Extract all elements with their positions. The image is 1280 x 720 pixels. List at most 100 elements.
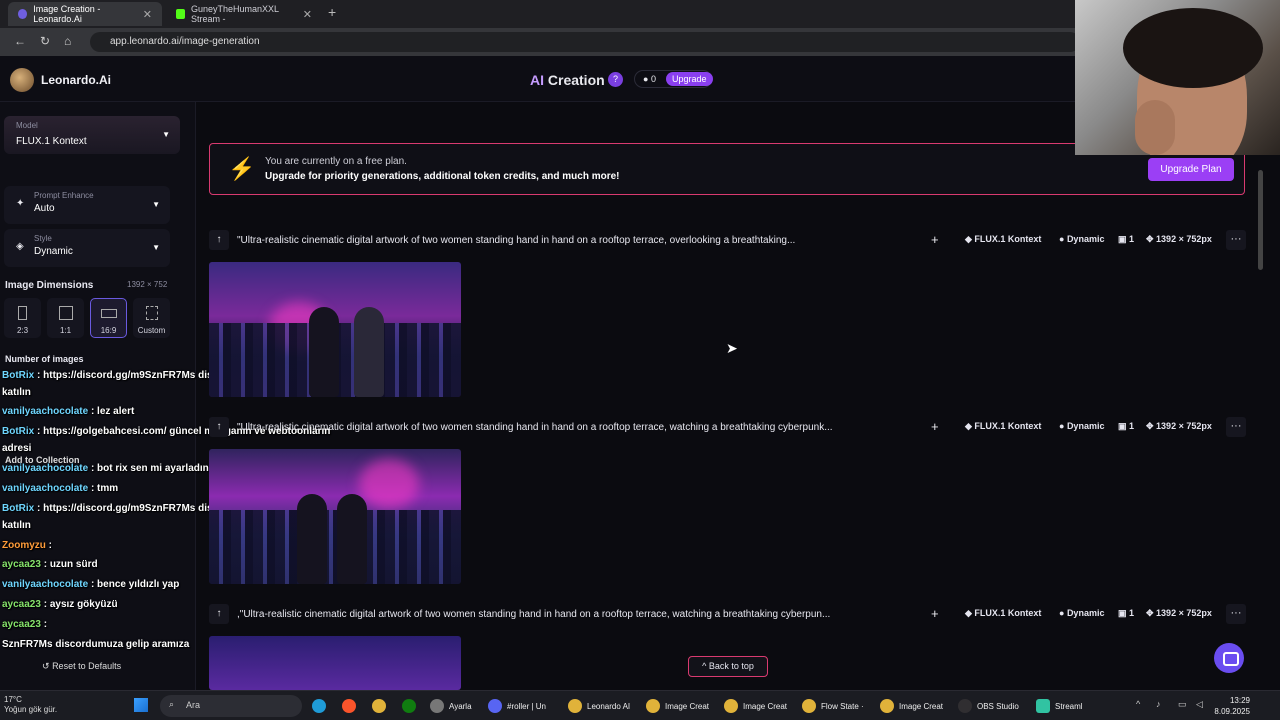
chat-message: katılın <box>2 387 31 398</box>
add-icon[interactable]: + <box>931 606 939 621</box>
taskbar-app-flow-state[interactable]: Flow State · <box>802 697 864 715</box>
close-tab-icon[interactable]: ✕ <box>143 8 152 21</box>
system-clock[interactable]: 13:29 8.09.2025 <box>1214 695 1250 717</box>
chrome-icon[interactable] <box>372 697 391 715</box>
size-tag: ✥ 1392 × 752px <box>1146 608 1212 618</box>
scrollbar[interactable] <box>1258 170 1263 270</box>
more-options-icon[interactable]: ··· <box>1226 604 1246 624</box>
size-tag: ✥ 1392 × 752px <box>1146 421 1212 431</box>
token-count: 0 <box>650 74 656 84</box>
chrome-icon <box>646 699 660 713</box>
size-tag: ✥ 1392 × 752px <box>1146 234 1212 244</box>
streamlabs-icon <box>1036 699 1050 713</box>
chat-message: Zoomyzu : <box>2 540 53 551</box>
generation-header: ↑ "Ultra-realistic cinematic digital art… <box>209 417 1246 439</box>
chat-message: adresi <box>2 443 32 454</box>
number-of-images-title: Number of images <box>5 354 84 364</box>
reuse-prompt-icon[interactable]: ↑ <box>209 417 229 437</box>
back-icon[interactable]: ← <box>14 34 26 48</box>
microphone-icon[interactable]: ♪ <box>1156 699 1161 709</box>
edge-icon[interactable] <box>312 697 331 715</box>
upgrade-plan-button[interactable]: Upgrade Plan <box>1148 158 1234 181</box>
ratio-16-9[interactable]: 16:9 <box>90 298 127 338</box>
taskbar-search-input[interactable]: ⌕ Ara <box>160 695 302 717</box>
chevron-down-icon: ▼ <box>152 243 160 252</box>
chat-message: vanilyaachocolate : bence yıldızlı yap <box>2 579 180 590</box>
style-select[interactable]: Style ◈ Dynamic ▼ <box>4 229 170 267</box>
model-tag: ◆ FLUX.1 Kontext <box>965 608 1042 618</box>
tray-chevron-icon[interactable]: ^ <box>1136 699 1140 709</box>
taskbar-app-obs[interactable]: OBS Studio <box>958 697 1019 715</box>
tab-stream[interactable]: GuneyTheHumanXXL Stream - ✕ <box>166 2 322 26</box>
search-icon: ⌕ <box>169 699 175 709</box>
tab-title: Image Creation - Leonardo.Ai <box>33 4 101 24</box>
more-options-icon[interactable]: ··· <box>1226 230 1246 250</box>
taskbar-app-image-creation-1[interactable]: Image Creat <box>646 697 709 715</box>
xbox-icon[interactable] <box>402 697 421 715</box>
reuse-prompt-icon[interactable]: ↑ <box>209 604 229 624</box>
taskbar-app-image-creation-3[interactable]: Image Creat <box>880 697 943 715</box>
generated-image[interactable] <box>209 449 461 584</box>
generation-prompt[interactable]: "Ultra-realistic cinematic digital artwo… <box>237 422 833 433</box>
network-icon[interactable]: ▭ <box>1178 699 1187 710</box>
help-icon[interactable]: ? <box>608 72 623 87</box>
support-chat-icon[interactable] <box>1214 643 1244 673</box>
generated-image[interactable] <box>209 636 461 690</box>
taskbar-app-leonardo[interactable]: Leonardo AI <box>568 697 630 715</box>
new-tab-icon[interactable]: + <box>328 4 336 20</box>
taskbar-app-streamlabs[interactable]: Streaml <box>1036 697 1083 715</box>
tab-image-creation[interactable]: Image Creation - Leonardo.Ai ✕ <box>8 2 162 26</box>
windows-start-icon[interactable] <box>134 698 148 712</box>
back-to-top-button[interactable]: ^ Back to top <box>688 656 768 677</box>
prompt-enhance-select[interactable]: Prompt Enhance ✦ Auto ▼ <box>4 186 170 224</box>
weather-widget[interactable]: 17°C Yoğun gök gür. <box>4 695 57 715</box>
generation-prompt[interactable]: "Ultra-realistic cinematic digital artwo… <box>237 235 795 246</box>
reset-icon: ↺ <box>42 661 50 671</box>
ratio-1-1[interactable]: 1:1 <box>47 298 84 338</box>
image-dimensions-value: 1392 × 752 <box>127 280 168 289</box>
obs-icon <box>958 699 972 713</box>
leonardo-favicon-icon <box>18 9 28 19</box>
brave-icon[interactable] <box>342 697 361 715</box>
chrome-icon <box>802 699 816 713</box>
generated-image[interactable] <box>209 262 461 397</box>
generation-prompt[interactable]: ,"Ultra-realistic cinematic digital artw… <box>237 609 830 620</box>
taskbar-app-discord[interactable]: #roller | Un <box>488 697 546 715</box>
discord-icon <box>488 699 502 713</box>
taskbar-app-settings[interactable]: Ayarla <box>430 697 472 715</box>
tab-title: GuneyTheHumanXXL Stream - <box>190 4 279 24</box>
chevron-up-icon: ^ <box>702 661 707 671</box>
webcam-overlay <box>1075 0 1280 155</box>
page-title: AI Creation <box>530 72 605 88</box>
reset-to-defaults-button[interactable]: ↺ Reset to Defaults <box>34 658 144 676</box>
close-tab-icon[interactable]: ✕ <box>303 8 312 21</box>
chat-message: katılın <box>2 520 31 531</box>
token-icon: ● <box>643 74 649 84</box>
square-shape-icon <box>58 306 73 320</box>
mouse-cursor-icon: ➤ <box>726 340 738 356</box>
style-tag: ● Dynamic <box>1059 608 1105 618</box>
model-tag: ◆ FLUX.1 Kontext <box>965 421 1042 431</box>
reload-icon[interactable]: ↻ <box>40 34 50 48</box>
taskbar-app-image-creation-2[interactable]: Image Creat <box>724 697 787 715</box>
taskbar: 17°C Yoğun gök gür. ⌕ Ara Ayarla #roller… <box>0 690 1280 720</box>
add-icon[interactable]: + <box>931 232 939 247</box>
style-icon: ◈ <box>16 241 24 252</box>
model-select[interactable]: Model FLUX.1 Kontext ▼ <box>4 116 180 154</box>
chat-message: aycaa23 : aysız gökyüzü <box>2 599 118 610</box>
home-icon[interactable]: ⌂ <box>64 34 71 48</box>
style-tag: ● Dynamic <box>1059 421 1105 431</box>
add-icon[interactable]: + <box>931 419 939 434</box>
leonardo-logo-icon[interactable] <box>10 68 34 92</box>
url-field[interactable]: app.leonardo.ai/image-generation <box>90 32 1080 52</box>
more-options-icon[interactable]: ··· <box>1226 417 1246 437</box>
upgrade-button[interactable]: Upgrade <box>666 72 713 86</box>
reuse-prompt-icon[interactable]: ↑ <box>209 230 229 250</box>
ratio-2-3[interactable]: 2:3 <box>4 298 41 338</box>
sparkle-icon: ✦ <box>16 198 25 209</box>
brand-name[interactable]: Leonardo.Ai <box>41 73 111 87</box>
custom-shape-icon <box>145 306 158 320</box>
ratio-custom[interactable]: Custom <box>133 298 170 338</box>
volume-icon[interactable]: ◁ <box>1196 699 1203 710</box>
chrome-icon <box>724 699 738 713</box>
